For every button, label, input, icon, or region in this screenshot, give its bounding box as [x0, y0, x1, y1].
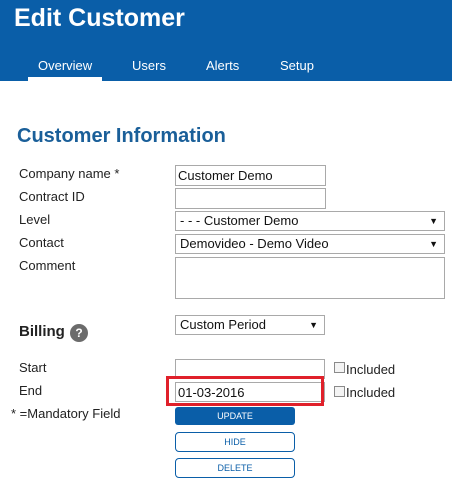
- end-label: End: [19, 383, 43, 398]
- contact-select-value: Demovideo - Demo Video: [180, 236, 329, 251]
- start-included-label: Included: [346, 362, 396, 377]
- level-select-value: - - - Customer Demo: [180, 213, 299, 228]
- comment-textarea[interactable]: [175, 257, 445, 299]
- billing-period-value: Custom Period: [180, 317, 266, 332]
- chevron-down-icon: ▼: [429, 216, 438, 226]
- delete-button[interactable]: DELETE: [175, 458, 295, 478]
- chevron-down-icon: ▼: [429, 239, 438, 249]
- chevron-down-icon: ▼: [309, 320, 318, 330]
- contact-select[interactable]: Demovideo - Demo Video ▼: [175, 234, 445, 254]
- level-select[interactable]: - - - Customer Demo ▼: [175, 211, 445, 231]
- start-included-checkbox[interactable]: [334, 362, 345, 373]
- mandatory-note: * =Mandatory Field: [11, 406, 121, 421]
- tab-setup[interactable]: Setup: [280, 58, 314, 73]
- hide-button[interactable]: HIDE: [175, 432, 295, 452]
- section-title: Customer Information: [17, 125, 226, 147]
- company-name-input[interactable]: [175, 165, 326, 186]
- comment-label: Comment: [19, 258, 76, 273]
- contract-id-input[interactable]: [175, 188, 326, 209]
- page-title: Edit Customer: [14, 4, 185, 32]
- update-button[interactable]: UPDATE: [175, 407, 295, 425]
- help-icon[interactable]: ?: [70, 324, 88, 342]
- start-label: Start: [19, 360, 47, 375]
- active-tab-indicator: [28, 77, 102, 81]
- company-name-label: Company name *: [19, 166, 120, 181]
- tab-alerts[interactable]: Alerts: [206, 58, 239, 73]
- end-included-label: Included: [346, 385, 396, 400]
- billing-period-select[interactable]: Custom Period ▼: [175, 315, 325, 335]
- level-label: Level: [19, 212, 51, 227]
- billing-heading: Billing: [19, 323, 65, 340]
- end-date-highlight: [166, 376, 324, 406]
- contract-id-label: Contract ID: [19, 189, 85, 204]
- tab-overview[interactable]: Overview: [38, 58, 92, 73]
- end-included-checkbox[interactable]: [334, 386, 345, 397]
- contact-label: Contact: [19, 235, 64, 250]
- tab-users[interactable]: Users: [132, 58, 166, 73]
- header-bar: Edit Customer Overview Users Alerts Setu…: [0, 0, 452, 81]
